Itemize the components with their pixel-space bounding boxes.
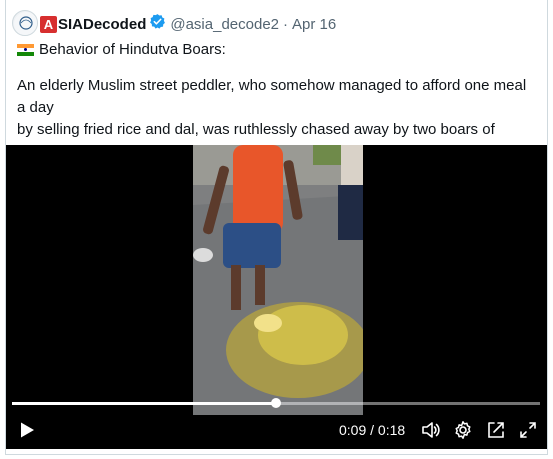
fullscreen-icon[interactable] (518, 420, 538, 440)
progress-fill (12, 402, 276, 405)
avatar[interactable] (12, 10, 38, 36)
picture-in-picture-icon[interactable] (486, 420, 506, 440)
volume-icon[interactable] (421, 420, 441, 440)
progress-scrubber-handle[interactable] (271, 398, 281, 408)
tweet-date[interactable]: Apr 16 (292, 15, 336, 35)
settings-gear-icon[interactable] (453, 420, 473, 440)
tweet-title: Behavior of Hindutva Boars: (39, 41, 226, 58)
india-flag-icon (17, 44, 34, 56)
logo-letter-badge[interactable]: A (40, 16, 57, 33)
tweet-header: A SIADecoded @asia_decode2 · Apr 16 (40, 13, 336, 36)
play-icon[interactable] (18, 421, 36, 439)
video-time-display: 0:09 / 0:18 (339, 422, 406, 438)
verified-badge-icon (149, 13, 166, 36)
separator-dot: · (283, 15, 288, 33)
tweet-title-line: Behavior of Hindutva Boars: (17, 40, 226, 60)
video-frame (193, 145, 363, 415)
display-name[interactable]: SIADecoded (58, 15, 146, 35)
user-handle[interactable]: @asia_decode2 (170, 15, 279, 35)
